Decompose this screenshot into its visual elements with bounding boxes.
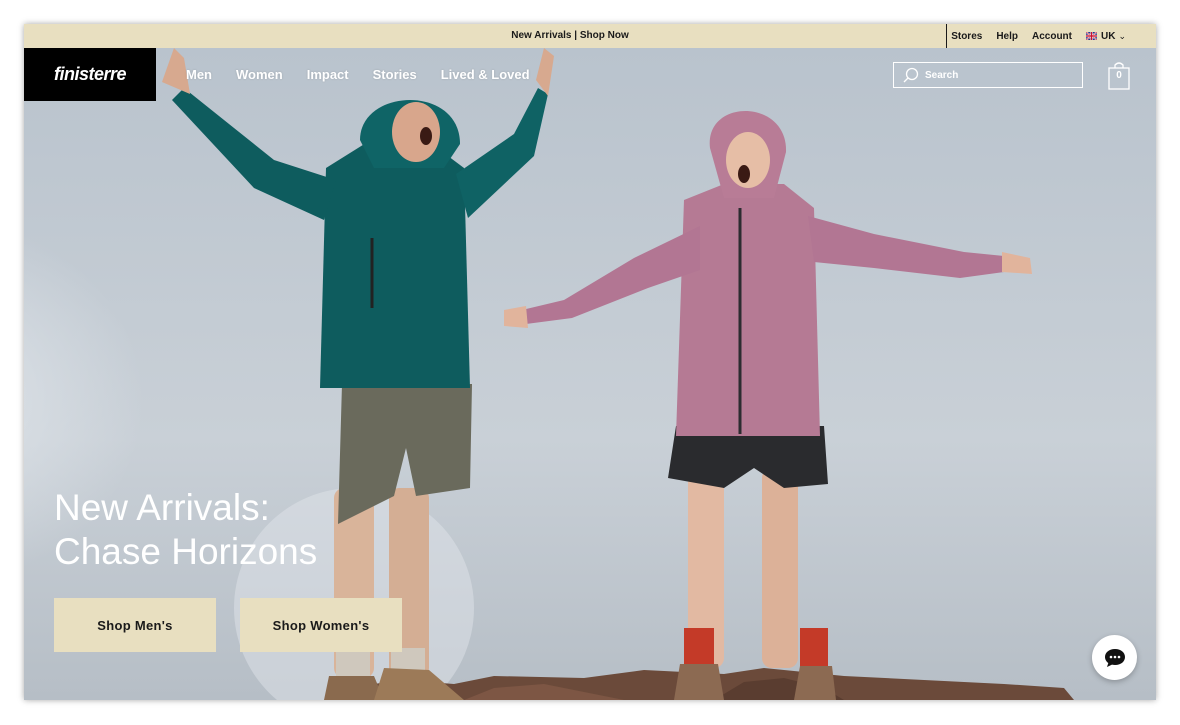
region-selector[interactable]: UK ⌄: [1086, 24, 1126, 49]
nav-item-impact[interactable]: Impact: [307, 67, 349, 82]
logo[interactable]: finisterre: [24, 48, 156, 101]
shop-men-button[interactable]: Shop Men's: [54, 598, 216, 652]
promo-bar: New Arrivals | Shop Now Stores Help Acco…: [24, 24, 1156, 48]
main-nav: Men Women Impact Stories Lived & Loved: [186, 67, 530, 82]
stores-link[interactable]: Stores: [951, 25, 982, 49]
search-box[interactable]: [893, 62, 1083, 88]
region-label: UK: [1101, 31, 1116, 42]
search-input[interactable]: [925, 69, 1075, 81]
headline-line-1: New Arrivals:: [54, 487, 270, 528]
search-icon: [903, 67, 919, 83]
hero-headline: New Arrivals: Chase Horizons: [54, 486, 317, 574]
headline-line-2: Chase Horizons: [54, 531, 318, 572]
help-link[interactable]: Help: [996, 25, 1018, 49]
uk-flag-icon: [1086, 32, 1097, 40]
nav-item-men[interactable]: Men: [186, 67, 212, 82]
chat-icon: [1104, 648, 1125, 667]
chevron-down-icon: ⌄: [1118, 31, 1126, 41]
browser-viewport: New Arrivals | Shop Now Stores Help Acco…: [24, 24, 1156, 700]
account-link[interactable]: Account: [1032, 25, 1072, 49]
shop-women-button[interactable]: Shop Women's: [240, 598, 402, 652]
cart-count: 0: [1116, 70, 1122, 81]
promo-divider: [946, 24, 947, 48]
nav-item-stories[interactable]: Stories: [373, 67, 417, 82]
chat-button[interactable]: [1092, 635, 1137, 680]
nav-item-women[interactable]: Women: [236, 67, 283, 82]
logo-text: finisterre: [53, 64, 127, 84]
utility-links: Stores Help Account UK ⌄: [951, 24, 1126, 49]
nav-item-lived-loved[interactable]: Lived & Loved: [441, 67, 530, 82]
cart-button[interactable]: 0: [1108, 62, 1130, 90]
